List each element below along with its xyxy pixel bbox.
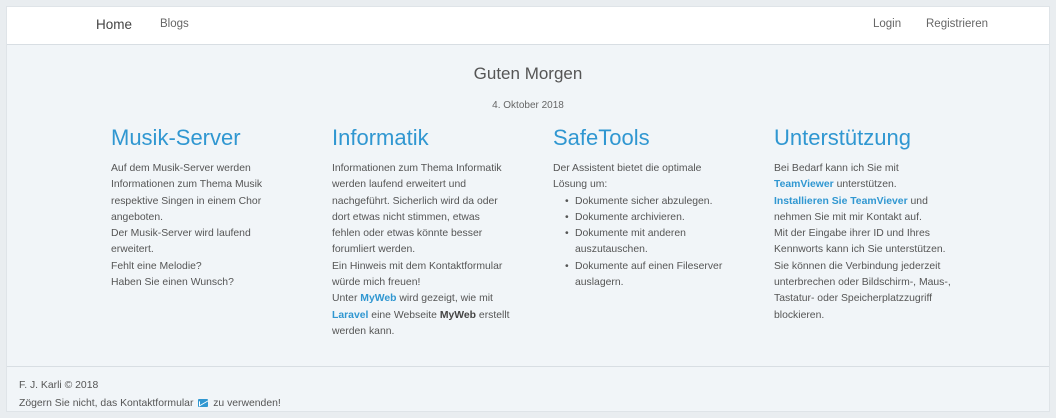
support-text-line: Kennworts kann ich Sie unterstützen. [774,244,946,256]
contact-text-pre: Zögern Sie nicht, das Kontaktformular [19,398,194,409]
list-item: Dokumente archivieren. [565,210,743,227]
musik-text-line: Informationen zum Thema Musik [111,179,263,191]
informatik-text-line: werden kann. [332,325,395,337]
safetools-intro-line: Lösung um: [553,179,608,191]
musik-server-column: Musik-Server Auf dem Musik-Server werden… [111,125,311,291]
informatik-text-line: fehlen oder etwas könnte besser [332,228,483,240]
informatik-text-line: würde mich freuen! [332,277,421,289]
text-segment: unterstützen. [833,179,897,191]
laravel-link[interactable]: Laravel [332,310,368,321]
text-segment: Unter [332,293,361,305]
support-text-line: blockieren. [774,309,825,321]
musik-text-line: erweitert. [111,244,154,256]
nav-home-link[interactable]: Home [96,17,132,32]
top-navbar: Home Blogs Login Registrieren [7,7,1049,45]
informatik-laravel-line: Laravel eine Webseite MyWeb erstellt [332,308,532,324]
envelope-icon[interactable] [198,399,209,408]
list-item: Dokumente sicher abzulegen. [565,194,743,211]
informatik-text-line: forumliert werden. [332,244,416,256]
contact-text-post: zu verwenden! [213,398,281,409]
support-text-line: Mit der Eingabe ihrer ID und Ihres [774,228,930,240]
musik-server-title: Musik-Server [111,125,241,150]
support-text-line: unterbrechen oder Bildschirm-, Maus-, [774,277,951,289]
install-teamviewer-link[interactable]: Installieren Sie TeamViever [774,196,908,207]
musik-text-line: respektive Singen in einem Chor [111,195,262,207]
safetools-column: SafeTools Der Assistent bietet die optim… [553,125,753,291]
informatik-text-line: werden laufend erweitert und [332,179,467,191]
copyright-text: F. J. Karli © 2018 [19,380,99,391]
support-teamviewer-line: TeamViewer unterstützen. [774,177,974,193]
informatik-text-line: dort etwas nicht stimmen, etwas [332,211,480,223]
browser-viewport: Home Blogs Login Registrieren Guten Morg… [6,6,1050,412]
text-segment: wird gezeigt, wie mit [396,293,493,305]
musik-text-line: angeboten. [111,211,164,223]
safetools-intro-line: Der Assistent bietet die optimale [553,163,702,174]
musik-text-line: Haben Sie einen Wunsch? [111,277,234,289]
text-segment: erstellt [476,309,510,321]
nav-register-link[interactable]: Registrieren [926,18,988,30]
greeting-heading: Guten Morgen [473,64,583,83]
hero-section: Guten Morgen 4. Oktober 2018 Musik-Serve… [7,45,1049,367]
musik-text-line: Auf dem Musik-Server werden [111,163,251,174]
support-text-line: nehmen Sie mit mir Kontakt auf. [774,211,922,223]
myweb-bold-text: MyWeb [439,309,477,321]
informatik-text-line: Ein Hinweis mit dem Kontaktformular [332,260,503,272]
support-install-line: Installieren Sie TeamViever und [774,194,974,210]
informatik-title: Informatik [332,125,429,150]
musik-text-line: Fehlt eine Melodie? [111,260,202,272]
footer-divider [7,366,1049,367]
nav-login-link[interactable]: Login [873,18,901,30]
teamviewer-link[interactable]: TeamViewer [774,179,834,190]
current-date: 4. Oktober 2018 [492,100,564,111]
page-footer: F. J. Karli © 2018 Zögern Sie nicht, das… [19,377,281,413]
text-segment: und [907,195,928,207]
support-column: Unterstützung Bei Bedarf kann ich Sie mi… [774,125,974,324]
safetools-title: SafeTools [553,125,650,150]
list-item: Dokumente mit anderen auszutauschen. [565,226,715,259]
safetools-feature-list: Dokumente sicher abzulegen. Dokumente ar… [553,194,743,292]
support-text-line: Sie können die Verbindung jederzeit [774,260,941,272]
musik-text-line: Der Musik-Server wird laufend [111,228,251,240]
support-title: Unterstützung [774,125,911,150]
nav-blogs-link[interactable]: Blogs [160,18,189,30]
text-segment: eine Webseite [368,309,440,321]
list-item: Dokumente auf einen Fileserver auslagern… [565,259,735,292]
contact-line: Zögern Sie nicht, das Kontaktformular zu… [19,395,281,413]
informatik-text-line: Informationen zum Thema Informatik [332,163,502,174]
informatik-column: Informatik Informationen zum Thema Infor… [332,125,532,340]
informatik-myweb-line: Unter MyWeb wird gezeigt, wie mit [332,291,532,307]
support-text-line: Tastatur- oder Speicherplatzzugriff [774,293,933,305]
support-text-line: Bei Bedarf kann ich Sie mit [774,163,899,174]
informatik-text-line: nachgeführt. Sicherlich wird da oder [332,195,498,207]
myweb-link[interactable]: MyWeb [360,293,396,304]
